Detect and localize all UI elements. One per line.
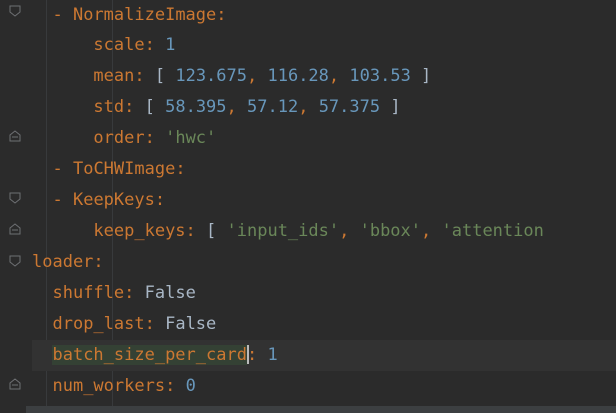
colon: : bbox=[144, 35, 166, 55]
code-line[interactable]: order: 'hwc' bbox=[32, 123, 616, 154]
code-line[interactable]: - KeepKeys: bbox=[32, 185, 616, 216]
colon: : bbox=[144, 314, 166, 334]
bracket-close: ] bbox=[380, 97, 401, 117]
code-line[interactable]: std: [ 58.395, 57.12, 57.375 ] bbox=[32, 92, 616, 123]
colon: : bbox=[124, 97, 145, 117]
yaml-value: 0 bbox=[185, 376, 196, 396]
yaml-value: 1 bbox=[267, 345, 278, 365]
yaml-key: KeepKeys bbox=[72, 190, 155, 210]
bracket-open: [ bbox=[144, 97, 166, 117]
colon: : bbox=[93, 252, 104, 272]
yaml-key: drop_last bbox=[52, 314, 145, 334]
code-line[interactable]: - ToCHWImage: bbox=[32, 154, 616, 185]
colon: : bbox=[144, 128, 166, 148]
colon: : bbox=[175, 159, 186, 179]
fold-start-icon[interactable] bbox=[9, 255, 21, 267]
yaml-key: std bbox=[93, 97, 125, 117]
yaml-key: mean bbox=[93, 66, 135, 86]
colon: : bbox=[216, 5, 227, 25]
yaml-key: ToCHWImage bbox=[72, 159, 176, 179]
yaml-key: scale bbox=[93, 35, 145, 55]
fold-start-icon[interactable] bbox=[9, 5, 21, 17]
comma: , bbox=[226, 97, 248, 117]
colon: : bbox=[185, 221, 207, 241]
yaml-value: 1 bbox=[165, 35, 176, 55]
yaml-key: NormalizeImage bbox=[72, 5, 217, 25]
comma: , bbox=[421, 221, 442, 241]
code-line[interactable]: - NormalizeImage: bbox=[32, 0, 616, 31]
code-line-current[interactable]: batch_size_per_card: 1 bbox=[32, 340, 616, 371]
code-line[interactable]: shuffle: False bbox=[32, 278, 616, 309]
bracket-open: [ bbox=[206, 221, 227, 241]
list-value: 'bbox' bbox=[359, 221, 422, 241]
fold-end-icon[interactable] bbox=[9, 223, 21, 235]
list-value: 'attention bbox=[441, 221, 544, 241]
comma: , bbox=[328, 66, 350, 86]
code-line[interactable]: num_workers: 0 bbox=[32, 371, 616, 402]
colon: : bbox=[124, 283, 145, 303]
code-line[interactable]: drop_last: False bbox=[32, 309, 616, 340]
comma: , bbox=[339, 221, 360, 241]
code-line[interactable]: scale: 1 bbox=[32, 30, 616, 61]
yaml-value: False bbox=[144, 283, 196, 303]
yaml-key-highlighted: batch_size_per_card bbox=[52, 345, 247, 365]
list-dash: - bbox=[52, 190, 73, 210]
comma: , bbox=[247, 66, 268, 86]
colon: : bbox=[154, 190, 166, 210]
yaml-key: loader bbox=[32, 252, 94, 272]
yaml-key: num_workers bbox=[52, 376, 166, 396]
yaml-key: shuffle bbox=[52, 283, 125, 303]
horizontal-scrollbar[interactable] bbox=[26, 406, 616, 413]
yaml-key: keep_keys bbox=[93, 221, 186, 241]
list-dash: - bbox=[52, 5, 73, 25]
fold-end-icon[interactable] bbox=[9, 378, 21, 390]
fold-start-icon[interactable] bbox=[9, 192, 21, 204]
list-value: 58.395 bbox=[165, 97, 227, 117]
yaml-value: False bbox=[165, 314, 217, 334]
colon: : bbox=[246, 345, 268, 365]
colon: : bbox=[134, 66, 155, 86]
yaml-key: order bbox=[93, 128, 145, 148]
fold-end-icon[interactable] bbox=[9, 130, 21, 142]
list-value: 103.53 bbox=[349, 66, 411, 86]
list-value: 57.12 bbox=[247, 97, 299, 117]
list-value: 123.675 bbox=[175, 66, 247, 86]
code-editor[interactable]: - NormalizeImage: scale: 1 mean: [ 123.6… bbox=[0, 0, 616, 413]
code-line[interactable]: keep_keys: [ 'input_ids', 'bbox', 'atten… bbox=[32, 216, 616, 247]
code-line[interactable]: mean: [ 123.675, 116.28, 103.53 ] bbox=[32, 61, 616, 92]
list-value: 116.28 bbox=[267, 66, 329, 86]
list-dash: - bbox=[52, 159, 73, 179]
editor-gutter bbox=[0, 0, 32, 413]
bracket-close: ] bbox=[410, 66, 432, 86]
bracket-open: [ bbox=[154, 66, 176, 86]
code-line[interactable]: loader: bbox=[32, 247, 616, 278]
list-value: 57.375 bbox=[318, 97, 381, 117]
list-value: 'input_ids' bbox=[226, 221, 340, 241]
colon: : bbox=[165, 376, 186, 396]
comma: , bbox=[298, 97, 319, 117]
yaml-value: 'hwc' bbox=[165, 128, 217, 148]
